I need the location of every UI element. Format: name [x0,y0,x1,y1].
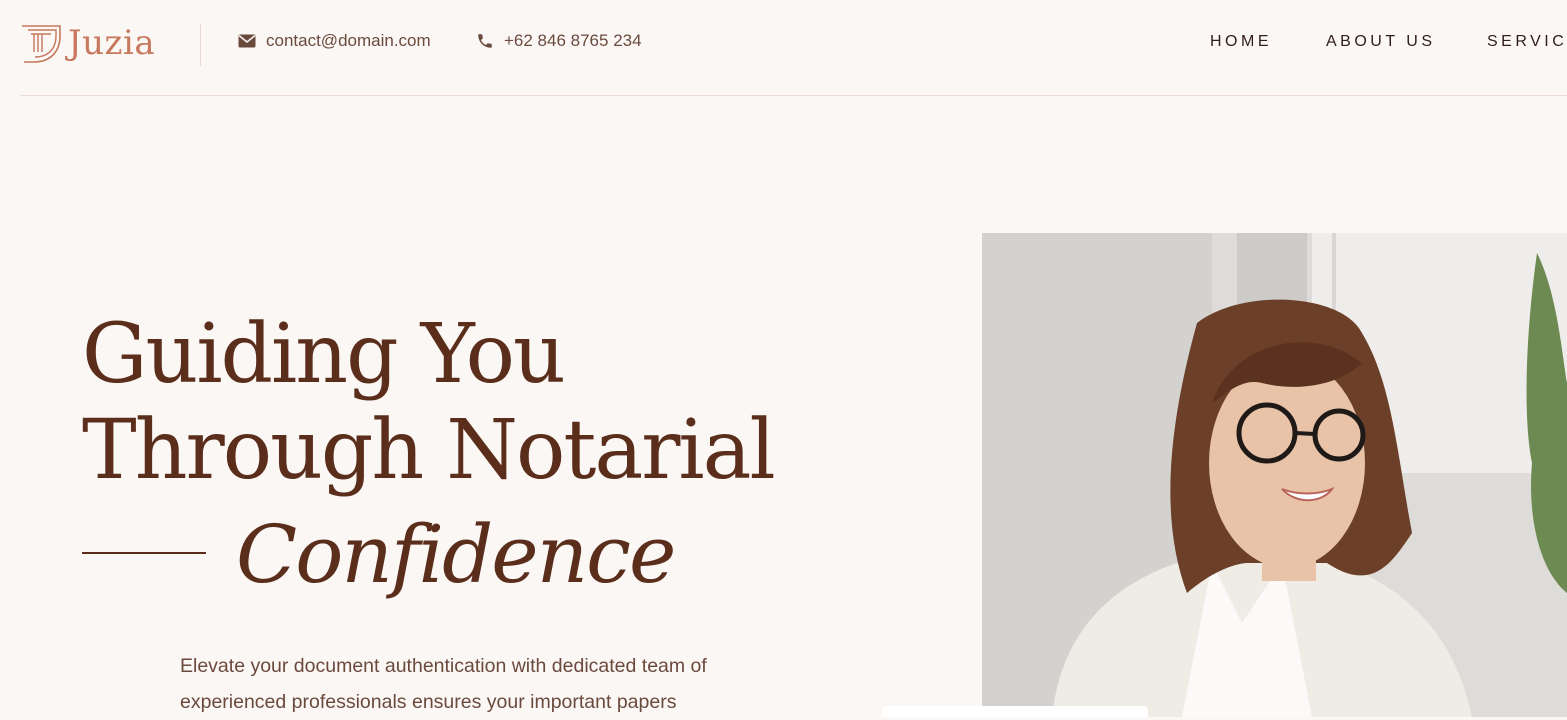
header-divider [200,24,201,66]
nav-home[interactable]: HOME [1210,33,1272,51]
site-header: Juzia contact@domain.com +62 846 8765 23… [20,0,1567,96]
title-dash-divider [82,552,206,554]
pillar-logo-icon [22,25,61,63]
hero-description: Elevate your document authentication wit… [180,655,707,713]
hero-title-italic: Confidence [236,508,676,601]
contact-email-text: contact@domain.com [266,31,431,50]
contact-email-link[interactable]: contact@domain.com [238,31,431,51]
contact-phone-text: +62 846 8765 234 [504,31,642,50]
envelope-icon [238,34,256,48]
hero-photo [982,233,1567,717]
hero-title-line-2: Through Notarial [82,403,776,498]
hero-title-line-3: Confidence [82,505,676,605]
floating-card [882,706,1148,717]
brand-logo[interactable]: Juzia [20,22,155,64]
phone-icon [478,34,492,48]
brand-name: Juzia [68,23,156,63]
hero-title-line-1: Guiding You [82,307,566,402]
nav-service[interactable]: SERVICE [1487,33,1567,51]
nav-about-us[interactable]: ABOUT US [1326,33,1436,51]
woman-portrait-image [982,233,1567,717]
contact-phone-link[interactable]: +62 846 8765 234 [476,31,642,51]
